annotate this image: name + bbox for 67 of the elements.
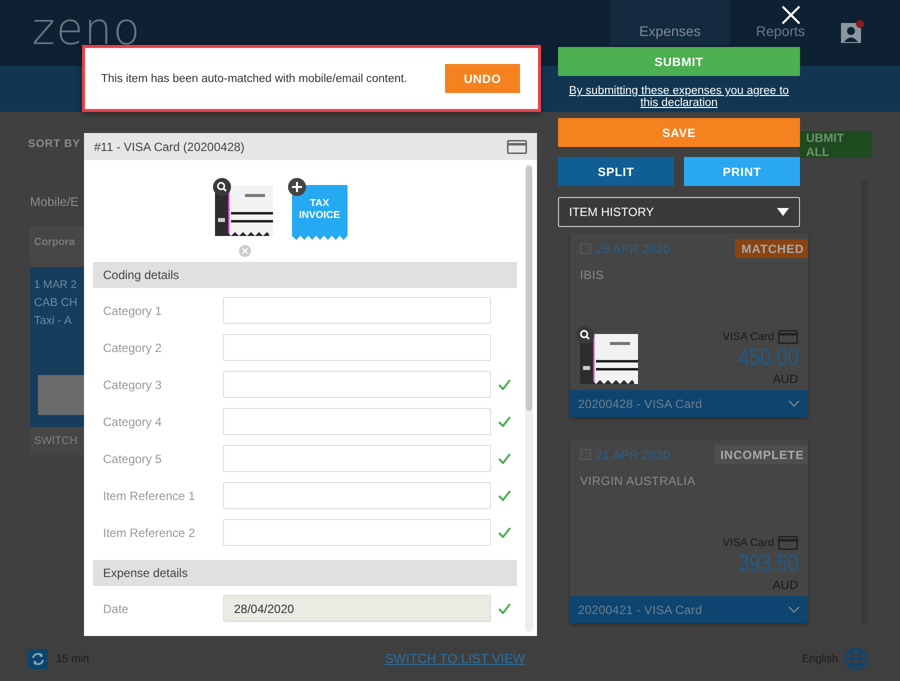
dialog-title: #11 - VISA Card (20200428) [94,140,245,154]
amount: 450.00 [738,344,798,372]
caret-icon [777,208,789,216]
card-footer: SWITCH [30,427,84,455]
status-badge: INCOMPLETE [714,445,808,464]
chevron-down-icon[interactable] [788,606,800,614]
field-label: Category 1 [102,304,163,318]
save-button[interactable]: SAVE [558,118,800,147]
print-button[interactable]: PRINT [684,157,800,186]
chevron-down-icon[interactable] [788,400,800,408]
input-field[interactable] [223,445,491,472]
card-category: Taxi - A [34,315,72,327]
nav-tab[interactable]: Reports [756,0,805,45]
search-icon[interactable] [212,178,230,196]
reference-text: 20200428 - VISA Card [578,396,702,410]
remove-icon[interactable] [238,245,250,257]
reference-bar[interactable]: 20200428 - VISA Card [570,390,808,417]
group-title: Mobile/E [30,195,79,209]
status-badge: MATCHED [735,239,808,258]
receipt-thumbnail[interactable] [38,375,84,415]
search-icon[interactable] [576,326,594,344]
input-field[interactable] [223,519,491,546]
notification-message: This item has been auto-matched with mobile/email content. [101,72,408,84]
card-date: 1 MAR 2 [34,279,77,291]
input-field[interactable] [223,334,491,362]
card-merchant: IBIS [579,267,605,282]
tax-invoice-placeholder[interactable]: TAX INVOICE [292,185,348,240]
item-history-dropdown[interactable]: ITEM HISTORY [558,197,800,227]
submit-all-button[interactable]: UBMIT ALL [800,130,872,158]
input-field[interactable] [223,297,491,324]
scrollbar[interactable] [525,164,533,632]
field-label: Item Reference 1 [102,488,196,503]
undo-button[interactable]: UNDO [445,64,520,93]
sort-label: SORT BY [28,138,80,150]
user-icon[interactable] [840,20,864,44]
field-label: Category 4 [102,414,163,429]
field-label: Category 3 [102,378,163,392]
reference-text: 20200421 - VISA Card [578,602,702,616]
card-date: 28 APR 2020 [596,242,670,256]
globe-icon[interactable] [844,646,868,670]
card-merchant: VIRGIN AUSTRALIA [579,473,696,488]
nav-tab[interactable]: Expenses [610,0,730,45]
input-field[interactable] [223,408,491,436]
field-label: Item Reference 2 [102,526,196,540]
input-field[interactable] [223,482,491,510]
input-field[interactable] [223,371,491,398]
credit-card-icon [778,536,798,550]
card-date: 21 APR 2020 [596,448,670,462]
close-button[interactable] [780,4,802,26]
refresh-icon[interactable] [28,648,48,668]
credit-card-icon [507,140,527,154]
credit-card-icon [778,330,798,344]
card-merchant: CAB CH [34,297,78,309]
section-title: Coding details [103,268,180,282]
input-field[interactable]: 28/04/2020 [223,595,491,622]
logo: zeno [32,4,141,54]
add-icon[interactable] [288,178,306,196]
declaration-link[interactable]: By submitting these expenses you agree to this declaration [558,85,800,109]
reference-bar[interactable]: 20200421 - VISA Card [570,596,808,623]
amount: 393.50 [738,550,798,578]
split-button[interactable]: SPLIT [558,157,674,186]
section-title: Expense details [103,566,188,580]
field-label: Date [102,602,130,616]
submit-button[interactable]: SUBMIT [558,47,800,76]
field-label: Category 5 [102,452,163,466]
field-label: Category 2 [102,340,163,355]
switch-view-link[interactable]: SWITCH TO LIST VIEW [385,651,526,666]
